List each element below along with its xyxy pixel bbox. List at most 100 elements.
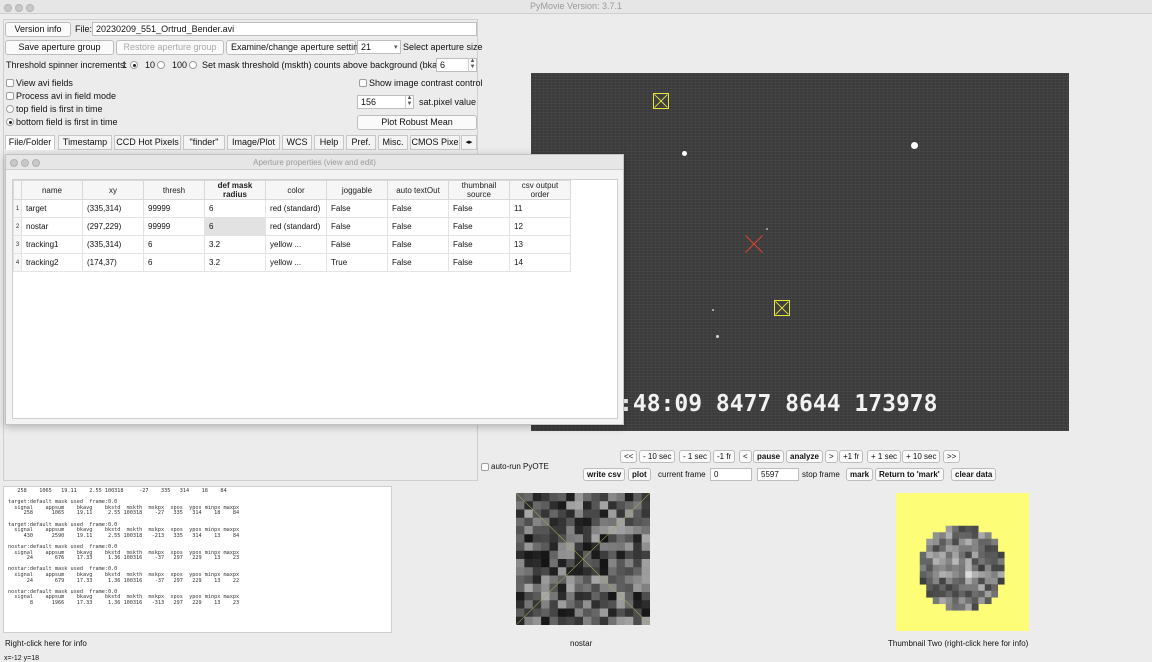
cell-color[interactable]: red (standard) (265, 199, 327, 218)
cell-joggable[interactable]: False (326, 235, 388, 254)
sat-pixel-stepper[interactable]: ▲ ▼ (405, 95, 413, 109)
increment-1-radio[interactable] (130, 61, 138, 69)
column-header-xy[interactable]: xy (82, 180, 144, 200)
tab-file-folder[interactable]: File/Folder (5, 135, 55, 150)
cell-color[interactable]: yellow ... (265, 235, 327, 254)
auto-run-pyote-checkbox[interactable] (481, 463, 489, 471)
step-forward-button[interactable]: > (825, 450, 838, 463)
view-avi-fields-checkbox[interactable] (6, 79, 14, 87)
cell-thresh[interactable]: 99999 (143, 199, 205, 218)
cell-auto-textout[interactable]: False (387, 217, 449, 236)
tab-pref[interactable]: Pref. (346, 135, 376, 150)
tab-image-plot[interactable]: Image/Plot (227, 135, 280, 150)
cell-thumbnail-source[interactable]: False (448, 235, 510, 254)
cell-thumbnail-source[interactable]: False (448, 217, 510, 236)
cell-mask-radius[interactable]: 6 (204, 217, 266, 236)
cell-thresh[interactable]: 6 (143, 235, 205, 254)
column-header-name[interactable]: name (21, 180, 83, 200)
plot-robust-mean-button[interactable]: Plot Robust Mean (357, 115, 477, 130)
cell-auto-textout[interactable]: False (387, 235, 449, 254)
tracking2-aperture[interactable] (653, 93, 669, 109)
tab-wcs[interactable]: WCS (282, 135, 312, 150)
table-row[interactable]: 4 tracking2 (174,37) 6 3.2 yellow ... Tr… (13, 253, 571, 272)
cell-name[interactable]: tracking2 (21, 253, 83, 272)
restore-aperture-group-button[interactable]: Restore aperture group (116, 40, 224, 55)
table-row[interactable]: 3 tracking1 (335,314) 6 3.2 yellow ... F… (13, 235, 571, 254)
minimize-dialog-icon[interactable] (21, 159, 29, 167)
cell-csv-order[interactable]: 14 (509, 253, 571, 272)
tab-timestamp[interactable]: Timestamp (58, 135, 112, 150)
zoom-dialog-icon[interactable] (32, 159, 40, 167)
thumbnail-one[interactable] (516, 493, 650, 625)
cell-csv-order[interactable]: 11 (509, 199, 571, 218)
cell-name[interactable]: target (21, 199, 83, 218)
column-header-thresh[interactable]: thresh (143, 180, 205, 200)
tab-scroll-arrows-icon[interactable]: ◂▸ (461, 135, 477, 150)
increment-100-radio[interactable] (189, 61, 197, 69)
column-header-color[interactable]: color (265, 180, 327, 200)
back-1-frame-button[interactable]: -1 fr (713, 450, 736, 463)
increment-10-radio[interactable] (157, 61, 165, 69)
table-row[interactable]: 2 nostar (297,229) 99999 6 red (standard… (13, 217, 571, 236)
forward-1-sec-button[interactable]: + 1 sec (867, 450, 902, 463)
tab-ccd-hot-pixels[interactable]: CCD Hot Pixels (114, 135, 181, 150)
clear-data-button[interactable]: clear data (951, 468, 997, 481)
cell-auto-textout[interactable]: False (387, 253, 449, 272)
first-frame-button[interactable]: << (620, 450, 638, 463)
examine-aperture-settings-button[interactable]: Examine/change aperture settings (226, 40, 368, 55)
cell-auto-textout[interactable]: False (387, 199, 449, 218)
version-info-button[interactable]: Version info (5, 22, 71, 37)
process-field-mode-checkbox[interactable] (6, 92, 14, 100)
cell-thresh[interactable]: 6 (143, 253, 205, 272)
step-back-button[interactable]: < (739, 450, 752, 463)
cell-color[interactable]: red (standard) (265, 217, 327, 236)
cell-color[interactable]: yellow ... (265, 253, 327, 272)
column-header-joggable[interactable]: joggable (326, 180, 388, 200)
cell-joggable[interactable]: True (326, 253, 388, 272)
pause-button[interactable]: pause (753, 450, 785, 463)
forward-10-sec-button[interactable]: + 10 sec (902, 450, 941, 463)
analyze-button[interactable]: analyze (786, 450, 823, 463)
column-header-thumbnail-source[interactable]: thumbnail source (448, 180, 510, 200)
back-10-sec-button[interactable]: - 10 sec (639, 450, 676, 463)
cell-xy[interactable]: (335,314) (82, 235, 144, 254)
tab-finder[interactable]: "finder" (183, 135, 225, 150)
cell-mask-radius[interactable]: 3.2 (204, 253, 266, 272)
save-aperture-group-button[interactable]: Save aperture group (5, 40, 114, 55)
nostar-aperture-marker[interactable] (745, 235, 763, 253)
cell-csv-order[interactable]: 13 (509, 235, 571, 254)
thumbnail-two[interactable] (896, 493, 1029, 631)
last-frame-button[interactable]: >> (943, 450, 961, 463)
write-csv-button[interactable]: write csv (583, 468, 626, 481)
table-row[interactable]: 1 target (335,314) 99999 6 red (standard… (13, 199, 571, 218)
tab-help[interactable]: Help (314, 135, 344, 150)
log-output-pane[interactable]: 258 1065 19.11 2.55 100318 -27 335 314 1… (3, 486, 392, 633)
return-to-mark-button[interactable]: Return to 'mark' (875, 468, 944, 481)
forward-1-frame-button[interactable]: +1 fr (839, 450, 864, 463)
tracking1-aperture[interactable] (774, 300, 790, 316)
bottom-field-first-radio[interactable] (6, 118, 14, 126)
cell-xy[interactable]: (174,37) (82, 253, 144, 272)
mask-threshold-stepper[interactable]: ▲ ▼ (468, 58, 476, 72)
tab-cmos-pixels[interactable]: CMOS Pixe (410, 135, 460, 150)
cell-thumbnail-source[interactable]: False (448, 199, 510, 218)
cell-thresh[interactable]: 99999 (143, 217, 205, 236)
cell-mask-radius[interactable]: 3.2 (204, 235, 266, 254)
top-field-first-radio[interactable] (6, 105, 14, 113)
cell-xy[interactable]: (335,314) (82, 199, 144, 218)
show-contrast-checkbox[interactable] (359, 79, 367, 87)
current-frame-input[interactable]: 0 (710, 468, 752, 481)
cell-thumbnail-source[interactable]: False (448, 253, 510, 272)
cell-csv-order[interactable]: 12 (509, 217, 571, 236)
stop-frame-input[interactable]: 5597 (757, 468, 799, 481)
cell-joggable[interactable]: False (326, 199, 388, 218)
cell-mask-radius[interactable]: 6 (204, 199, 266, 218)
column-header-mask-radius[interactable]: def mask radius (204, 180, 266, 200)
cell-xy[interactable]: (297,229) (82, 217, 144, 236)
file-name-field[interactable]: 20230209_551_Ortrud_Bender.avi (92, 22, 477, 36)
cell-name[interactable]: tracking1 (21, 235, 83, 254)
cell-joggable[interactable]: False (326, 217, 388, 236)
plot-button[interactable]: plot (628, 468, 651, 481)
tab-misc[interactable]: Misc. (378, 135, 408, 150)
cell-name[interactable]: nostar (21, 217, 83, 236)
